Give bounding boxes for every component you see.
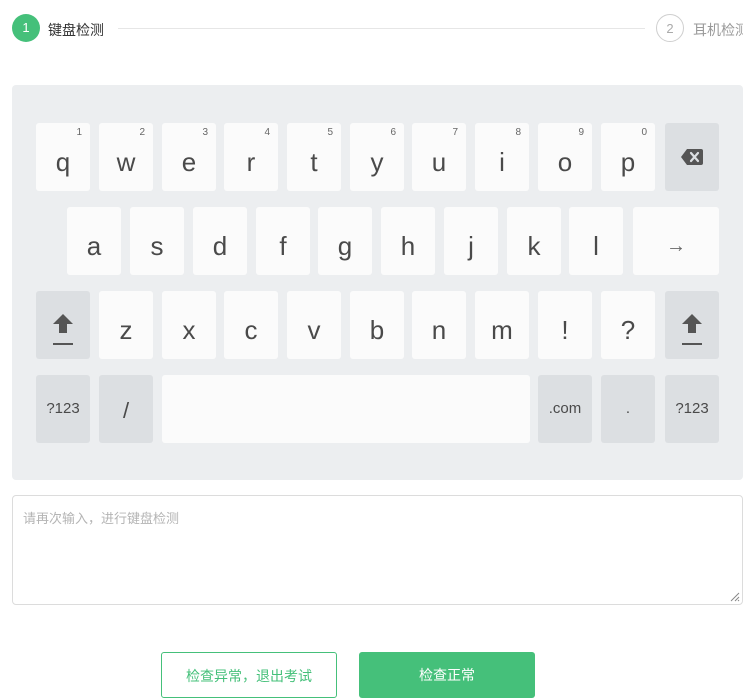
key-shift-left[interactable] [36,291,90,359]
key-hint: 9 [578,127,584,138]
key-j[interactable]: j [444,207,498,275]
step-2-number: 2 [656,14,684,42]
key-i[interactable]: 8i [475,123,529,191]
key-label: e [181,147,197,177]
key-d[interactable]: d [193,207,247,275]
key-question[interactable]: ? [601,291,655,359]
key-label: r [246,147,256,177]
key-hint: 5 [327,127,333,138]
resize-handle-icon[interactable] [728,590,740,602]
key-label: . [625,400,631,417]
key-r[interactable]: 4r [224,123,278,191]
key-z[interactable]: z [99,291,153,359]
key-label: z [119,315,133,345]
key-v[interactable]: v [287,291,341,359]
key-label: c [244,315,258,345]
key-label: d [212,231,228,261]
key-label: b [369,315,385,345]
key-label: v [307,315,321,345]
key-l[interactable]: l [569,207,623,275]
key-hint: 7 [452,127,458,138]
key-label: k [527,231,541,261]
key-label: n [431,315,447,345]
key-label: i [499,147,505,177]
check-abnormal-exit-button[interactable]: 检查异常，退出考试 [161,652,337,698]
key-shift-right[interactable] [665,291,719,359]
key-h[interactable]: h [381,207,435,275]
key-label: s [150,231,164,261]
check-normal-button[interactable]: 检查正常 [359,652,535,698]
key-t[interactable]: 5t [287,123,341,191]
key-n[interactable]: n [412,291,466,359]
key-q[interactable]: 1q [36,123,90,191]
key-slash[interactable]: / [99,375,153,443]
keyboard-test-input-box [12,495,743,605]
key-s[interactable]: s [130,207,184,275]
key-label: q [55,147,71,177]
key-period[interactable]: . [601,375,655,443]
key-hint: 0 [641,127,647,138]
key-e[interactable]: 3e [162,123,216,191]
key-hint: 2 [139,127,145,138]
key-symbols-right[interactable]: ?123 [665,375,719,443]
key-backspace[interactable] [665,123,719,191]
key-label: w [116,147,136,177]
key-label: u [431,147,447,177]
key-label: x [182,315,196,345]
enter-arrow-icon: → [666,235,686,257]
key-hint: 8 [515,127,521,138]
key-label: / [122,398,130,423]
key-label: ?123 [675,400,709,417]
key-label: a [86,231,102,261]
virtual-keyboard: 1q 2w 3e 4r 5t 6y 7u 8i 9o 0p a s d f g … [12,85,743,480]
step-2-label: 耳机检测 [693,22,743,38]
key-space[interactable] [162,375,530,443]
keyboard-test-input[interactable] [13,496,742,604]
step-1-number: 1 [12,14,40,42]
key-label: t [310,147,318,177]
key-x[interactable]: x [162,291,216,359]
key-label: h [400,231,416,261]
key-label: l [593,231,599,261]
backspace-icon [681,149,703,165]
key-c[interactable]: c [224,291,278,359]
key-u[interactable]: 7u [412,123,466,191]
key-a[interactable]: a [67,207,121,275]
key-m[interactable]: m [475,291,529,359]
key-hint: 6 [390,127,396,138]
key-g[interactable]: g [318,207,372,275]
key-enter[interactable]: → [633,207,719,275]
key-label: .com [548,400,582,417]
key-label: m [491,315,513,345]
key-hint: 1 [76,127,82,138]
key-label: o [557,147,573,177]
key-exclamation[interactable]: ! [538,291,592,359]
key-y[interactable]: 6y [350,123,404,191]
key-symbols-left[interactable]: ?123 [36,375,90,443]
key-hint: 3 [202,127,208,138]
step-indicator: 1 键盘检测 2 耳机检测 [0,0,743,56]
key-w[interactable]: 2w [99,123,153,191]
key-label: ! [561,315,569,345]
step-1-label: 键盘检测 [48,22,104,38]
key-label: ?123 [46,400,80,417]
shift-icon [53,314,73,345]
key-f[interactable]: f [256,207,310,275]
key-b[interactable]: b [350,291,404,359]
key-label: g [337,231,353,261]
step-connector-line [118,28,645,29]
key-label: p [620,147,636,177]
key-k[interactable]: k [507,207,561,275]
key-hint: 4 [264,127,270,138]
key-label: f [279,231,287,261]
key-dotcom[interactable]: .com [538,375,592,443]
key-label: y [370,147,384,177]
key-o[interactable]: 9o [538,123,592,191]
key-label: j [468,231,474,261]
key-label: ? [620,315,636,345]
key-p[interactable]: 0p [601,123,655,191]
shift-icon [682,314,702,345]
